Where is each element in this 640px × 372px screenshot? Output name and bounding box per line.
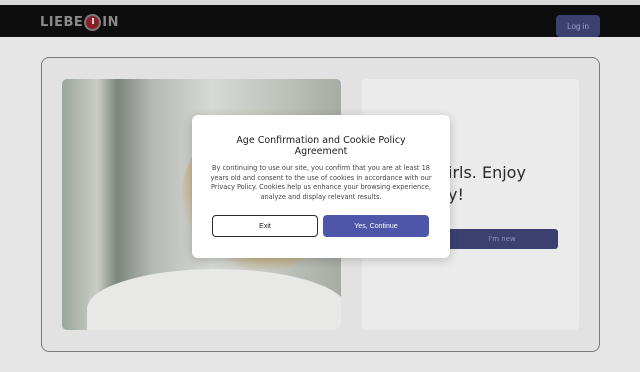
age-confirmation-dialog: Age Confirmation and Cookie Policy Agree…: [192, 115, 450, 258]
dialog-body: By continuing to use our site, you confi…: [210, 164, 432, 202]
yes-continue-button[interactable]: Yes, Continue: [323, 215, 429, 237]
exit-button[interactable]: Exit: [212, 215, 318, 237]
privacy-policy-link[interactable]: Privacy Policy: [211, 183, 255, 191]
dialog-body-text-2: . Cookies help us enhance your browsing …: [254, 183, 432, 201]
dialog-title: Age Confirmation and Cookie Policy Agree…: [236, 135, 406, 157]
dialog-body-text-1: By continuing to use our site, you confi…: [210, 164, 432, 182]
